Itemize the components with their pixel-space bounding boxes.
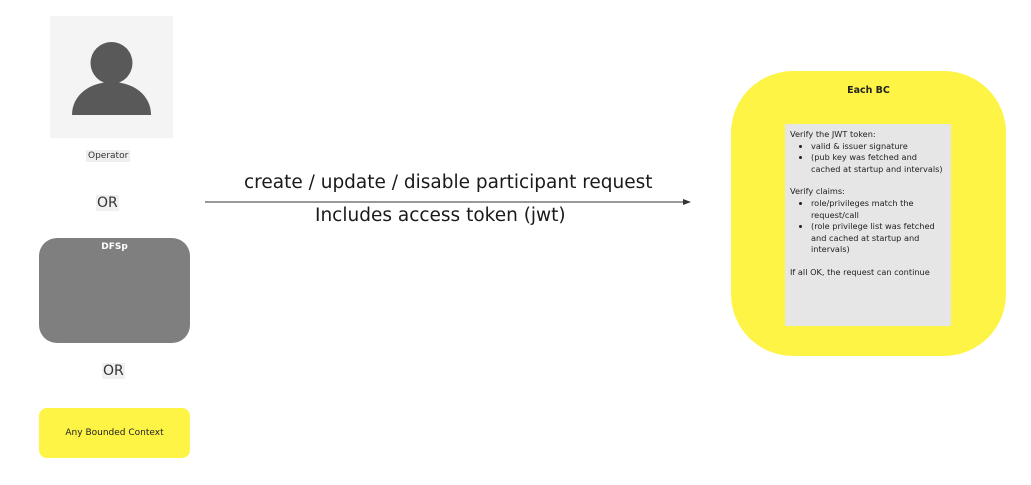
verify-claims-list: role/privileges match the request/call (… [790, 198, 946, 256]
list-item: (role privilege list was fetched and cac… [811, 221, 946, 256]
dfsp-label: DFSp [101, 242, 128, 252]
list-item: (pub key was fetched and cached at start… [811, 152, 946, 175]
list-item: role/privileges match the request/call [811, 198, 946, 221]
request-label: create / update / disable participant re… [244, 172, 653, 193]
or-separator-1: OR [96, 195, 119, 211]
each-bc-shape: Each BC Verify the JWT token: valid & is… [731, 71, 1006, 356]
verify-claims-heading: Verify claims: [790, 186, 845, 197]
bounded-context-label: Any Bounded Context [65, 428, 164, 438]
conclusion-text: If all OK, the request can continue [790, 266, 930, 277]
list-item: valid & issuer signature [811, 141, 946, 153]
dfsp-shape: DFSp [39, 238, 190, 343]
operator-avatar [50, 16, 173, 138]
verification-note: Verify the JWT token: valid & issuer sig… [785, 124, 951, 326]
bounded-context-shape: Any Bounded Context [39, 408, 190, 458]
user-avatar-icon [72, 42, 151, 115]
verify-token-list: valid & issuer signature (pub key was fe… [790, 141, 946, 176]
token-label: Includes access token (jwt) [315, 205, 566, 226]
bc-title: Each BC [847, 85, 890, 96]
operator-label: Operator [86, 150, 131, 162]
verify-token-heading: Verify the JWT token: [790, 129, 876, 139]
or-separator-2: OR [102, 363, 125, 379]
